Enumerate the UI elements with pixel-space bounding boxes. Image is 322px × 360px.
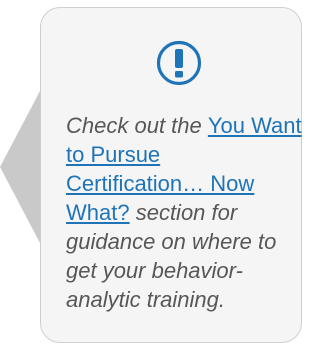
callout-text-before: Check out the — [66, 113, 208, 138]
exclamation-circle-icon — [155, 39, 203, 87]
callout-message: Check out the You Want to Pursue Certifi… — [66, 111, 302, 314]
callout-panel: Check out the You Want to Pursue Certifi… — [0, 0, 322, 360]
